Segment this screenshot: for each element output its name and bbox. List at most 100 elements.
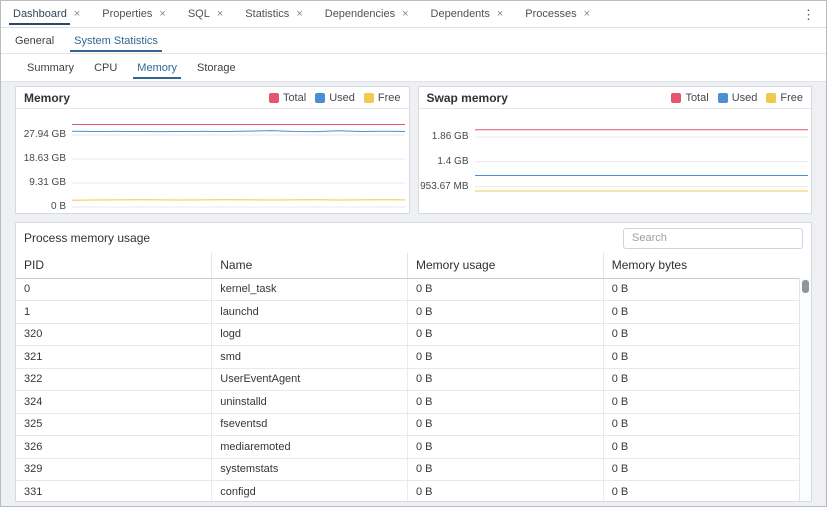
legend-label: Free — [780, 92, 803, 104]
column-header-name[interactable]: Name — [212, 253, 408, 278]
table-row[interactable]: 322UserEventAgent0 B0 B — [16, 368, 799, 391]
tab-system-statistics[interactable]: System Statistics — [64, 28, 168, 53]
table-cell: uninstalld — [212, 391, 408, 414]
used-swatch-icon — [718, 93, 728, 103]
table-cell: kernel_task — [212, 278, 408, 301]
table-cell: 0 B — [603, 481, 799, 503]
table-header-row: PIDNameMemory usageMemory bytes — [16, 253, 799, 278]
column-header-memory-usage[interactable]: Memory usage — [408, 253, 604, 278]
search-input[interactable] — [623, 228, 803, 249]
memory-chart-plot — [72, 109, 405, 213]
table-cell: 0 B — [408, 391, 604, 414]
legend-label: Used — [329, 92, 355, 104]
legend-label: Free — [378, 92, 401, 104]
table-cell: 0 B — [408, 301, 604, 324]
close-icon[interactable]: × — [74, 9, 80, 20]
y-axis-tick: 18.63 GB — [24, 153, 66, 164]
table-row[interactable]: 325fseventsd0 B0 B — [16, 413, 799, 436]
table-cell: 0 — [16, 278, 212, 301]
table-cell: 0 B — [603, 413, 799, 436]
memory-chart-legend: Total Used Free — [269, 92, 401, 104]
tab-processes[interactable]: Processes× — [515, 1, 602, 27]
close-icon[interactable]: × — [584, 9, 590, 20]
y-axis-tick: 1.86 GB — [432, 131, 469, 142]
tab-label: Properties — [102, 8, 152, 20]
tab-dashboard[interactable]: Dashboard × — [3, 1, 92, 27]
close-icon[interactable]: × — [497, 9, 503, 20]
table-cell: UserEventAgent — [212, 368, 408, 391]
tab-sql[interactable]: SQL× — [178, 1, 235, 27]
table-cell: 325 — [16, 413, 212, 436]
swap-chart-legend: Total Used Free — [671, 92, 803, 104]
memory-chart-header: Memory Total Used Free — [16, 87, 409, 109]
table-row[interactable]: 324uninstalld0 B0 B — [16, 391, 799, 414]
table-cell: logd — [212, 323, 408, 346]
total-swatch-icon — [671, 93, 681, 103]
table-cell: mediaremoted — [212, 436, 408, 459]
tab-statistics[interactable]: Statistics × — [235, 1, 314, 27]
table-row[interactable]: 0kernel_task0 B0 B — [16, 278, 799, 301]
tab-summary[interactable]: Summary — [17, 54, 84, 81]
column-header-pid[interactable]: PID — [16, 253, 212, 278]
table-cell: 0 B — [603, 278, 799, 301]
table-cell: 0 B — [603, 323, 799, 346]
table-scrollbar-thumb[interactable] — [802, 280, 809, 293]
close-icon[interactable]: × — [217, 9, 223, 20]
table-row[interactable]: 329systemstats0 B0 B — [16, 458, 799, 481]
close-icon[interactable]: × — [159, 9, 165, 20]
close-icon[interactable]: × — [402, 9, 408, 20]
table-row[interactable]: 331configd0 B0 B — [16, 481, 799, 503]
table-cell: fseventsd — [212, 413, 408, 436]
used-swatch-icon — [315, 93, 325, 103]
tab-storage[interactable]: Storage — [187, 54, 246, 81]
memory-chart-panel: Memory TotalUsedFree 0 B9.31 GB18.63 GB2… — [15, 86, 410, 214]
swap-chart-header: Swap memory Total Used Free — [419, 87, 812, 109]
legend-item-free: Free — [766, 92, 803, 104]
process-table: PIDNameMemory usageMemory bytes 0kernel_… — [16, 253, 799, 502]
tab-dependencies[interactable]: Dependencies× — [315, 1, 421, 27]
table-cell: 329 — [16, 458, 212, 481]
tab-dependents[interactable]: Dependents × — [421, 1, 516, 27]
close-icon[interactable]: × — [296, 9, 302, 20]
tab-cpu[interactable]: CPU — [84, 54, 127, 81]
more-options-icon[interactable]: ⋮ — [798, 6, 819, 24]
table-cell: 0 B — [408, 436, 604, 459]
process-table-title: Process memory usage — [24, 231, 150, 245]
tab-label: Statistics — [245, 8, 289, 20]
memory-chart-title: Memory — [24, 91, 70, 105]
tab-label: Memory — [137, 62, 177, 74]
table-row[interactable]: 1launchd0 B0 B — [16, 301, 799, 324]
table-cell: configd — [212, 481, 408, 503]
table-cell: 0 B — [408, 458, 604, 481]
table-row[interactable]: 326mediaremoted0 B0 B — [16, 436, 799, 459]
tab-label: Dependents — [431, 8, 490, 20]
free-swatch-icon — [364, 93, 374, 103]
tab-label: System Statistics — [74, 35, 158, 47]
legend-item-total: Total — [269, 92, 306, 104]
tab-properties[interactable]: Properties × — [92, 1, 178, 27]
main-tab-bar: Dashboard×Properties×SQL×Statistics×Depe… — [1, 1, 826, 28]
table-row[interactable]: 320logd0 B0 B — [16, 323, 799, 346]
column-header-memory-bytes[interactable]: Memory bytes — [603, 253, 799, 278]
table-cell: smd — [212, 346, 408, 369]
table-cell: 320 — [16, 323, 212, 346]
swap-chart-title: Swap memory — [427, 91, 508, 105]
legend-label: Used — [732, 92, 758, 104]
y-axis-tick: 0 B — [51, 201, 66, 212]
table-cell: 0 B — [408, 481, 604, 503]
table-cell: 0 B — [408, 346, 604, 369]
tab-label: General — [15, 35, 54, 47]
table-cell: 331 — [16, 481, 212, 503]
table-row[interactable]: 321smd0 B0 B — [16, 346, 799, 369]
tab-label: Dashboard — [13, 8, 67, 20]
tab-general[interactable]: General — [5, 28, 64, 53]
swap-chart-yaxis: 953.67 MB1.4 GB1.86 GB — [419, 109, 475, 213]
table-cell: 0 B — [408, 323, 604, 346]
process-memory-panel: Process memory usage PIDNameMemory usage… — [15, 222, 812, 502]
table-cell: systemstats — [212, 458, 408, 481]
table-cell: 0 B — [408, 413, 604, 436]
legend-item-total: Total — [671, 92, 708, 104]
table-scrollbar[interactable] — [799, 278, 811, 501]
table-cell: 0 B — [603, 391, 799, 414]
tab-memory[interactable]: Memory — [127, 54, 187, 81]
